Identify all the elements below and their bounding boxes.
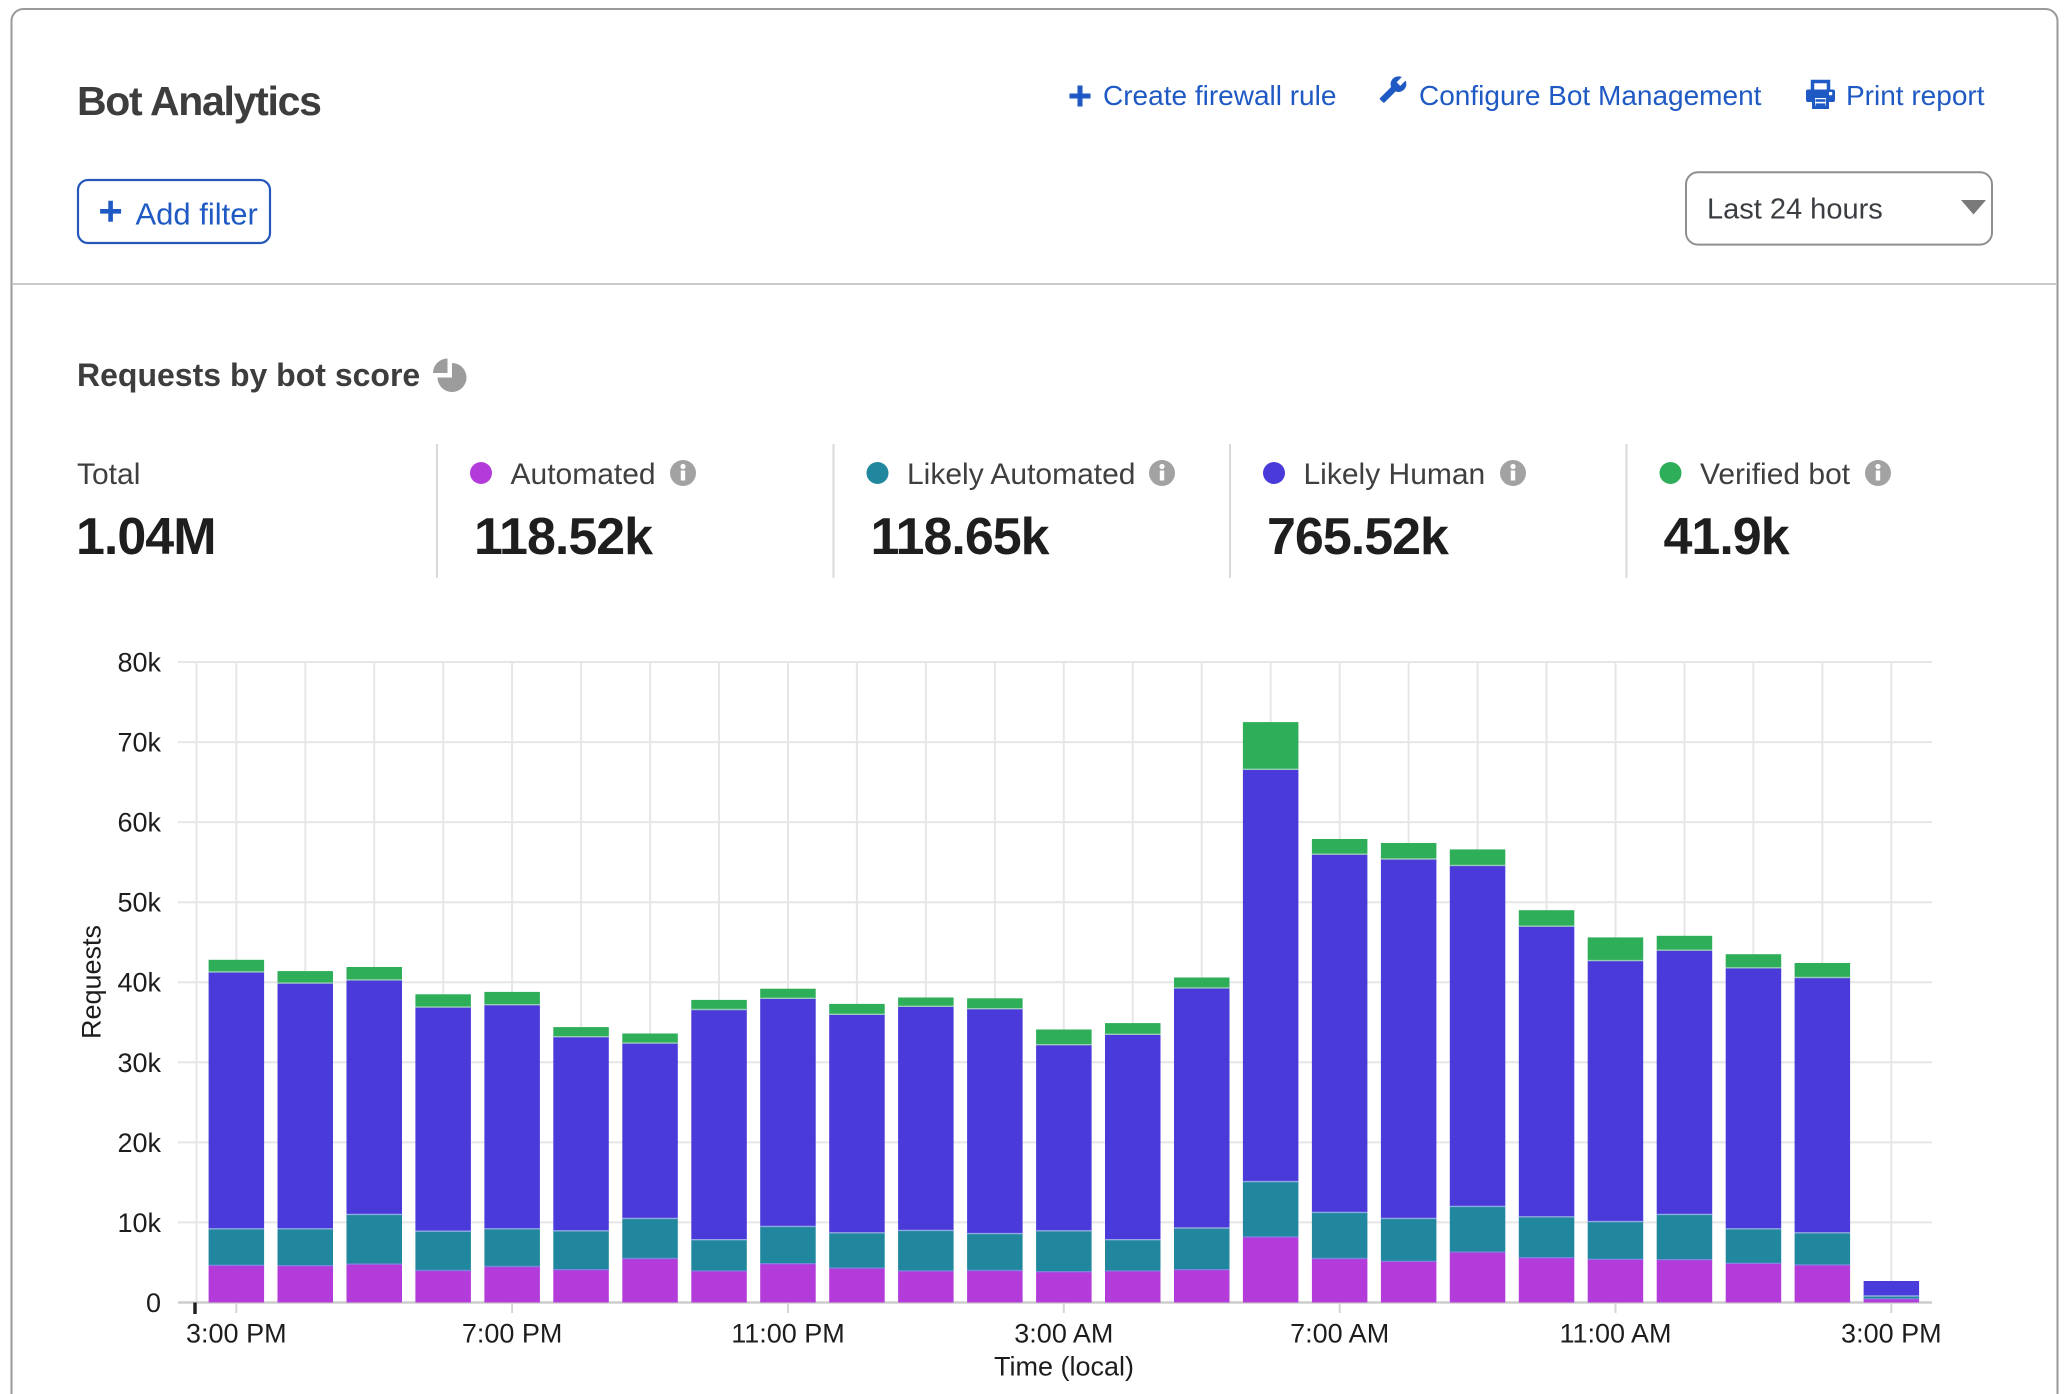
svg-text:Verified bot: Verified bot [1700, 458, 1851, 491]
svg-text:11:00 AM: 11:00 AM [1559, 1319, 1671, 1349]
svg-text:80k: 80k [117, 648, 161, 678]
svg-text:3:00 AM: 3:00 AM [1014, 1319, 1113, 1349]
svg-text:10k: 10k [117, 1208, 161, 1238]
svg-text:118.65k: 118.65k [871, 508, 1050, 566]
svg-text:11:00 PM: 11:00 PM [731, 1319, 845, 1349]
svg-text:Create firewall rule: Create firewall rule [1103, 80, 1336, 111]
svg-text:Last 24 hours: Last 24 hours [1707, 194, 1883, 226]
svg-text:Add filter: Add filter [136, 197, 258, 232]
svg-text:50k: 50k [117, 888, 161, 918]
svg-text:20k: 20k [117, 1128, 161, 1158]
svg-text:Configure Bot Management: Configure Bot Management [1419, 80, 1762, 111]
svg-text:Print report: Print report [1846, 80, 1985, 111]
svg-text:Likely Automated: Likely Automated [907, 458, 1135, 491]
svg-text:Requests by bot score: Requests by bot score [77, 357, 420, 393]
svg-text:3:00 PM: 3:00 PM [1841, 1319, 1942, 1349]
svg-text:Time (local): Time (local) [994, 1352, 1134, 1382]
svg-text:70k: 70k [117, 728, 161, 758]
svg-text:765.52k: 765.52k [1267, 508, 1449, 566]
svg-text:Automated: Automated [511, 458, 656, 491]
svg-text:40k: 40k [117, 968, 161, 998]
svg-text:Total: Total [77, 458, 140, 491]
svg-text:3:00 PM: 3:00 PM [186, 1319, 287, 1349]
svg-text:Bot Analytics: Bot Analytics [77, 78, 321, 124]
svg-text:Likely Human: Likely Human [1304, 458, 1486, 491]
svg-text:118.52k: 118.52k [474, 508, 653, 566]
svg-text:0: 0 [146, 1288, 161, 1318]
svg-text:1.04M: 1.04M [76, 508, 216, 566]
svg-text:30k: 30k [117, 1048, 161, 1078]
svg-text:Requests: Requests [77, 925, 107, 1039]
svg-text:7:00 AM: 7:00 AM [1290, 1319, 1389, 1349]
svg-text:7:00 PM: 7:00 PM [462, 1319, 563, 1349]
svg-text:41.9k: 41.9k [1664, 508, 1790, 566]
svg-text:60k: 60k [117, 808, 161, 838]
